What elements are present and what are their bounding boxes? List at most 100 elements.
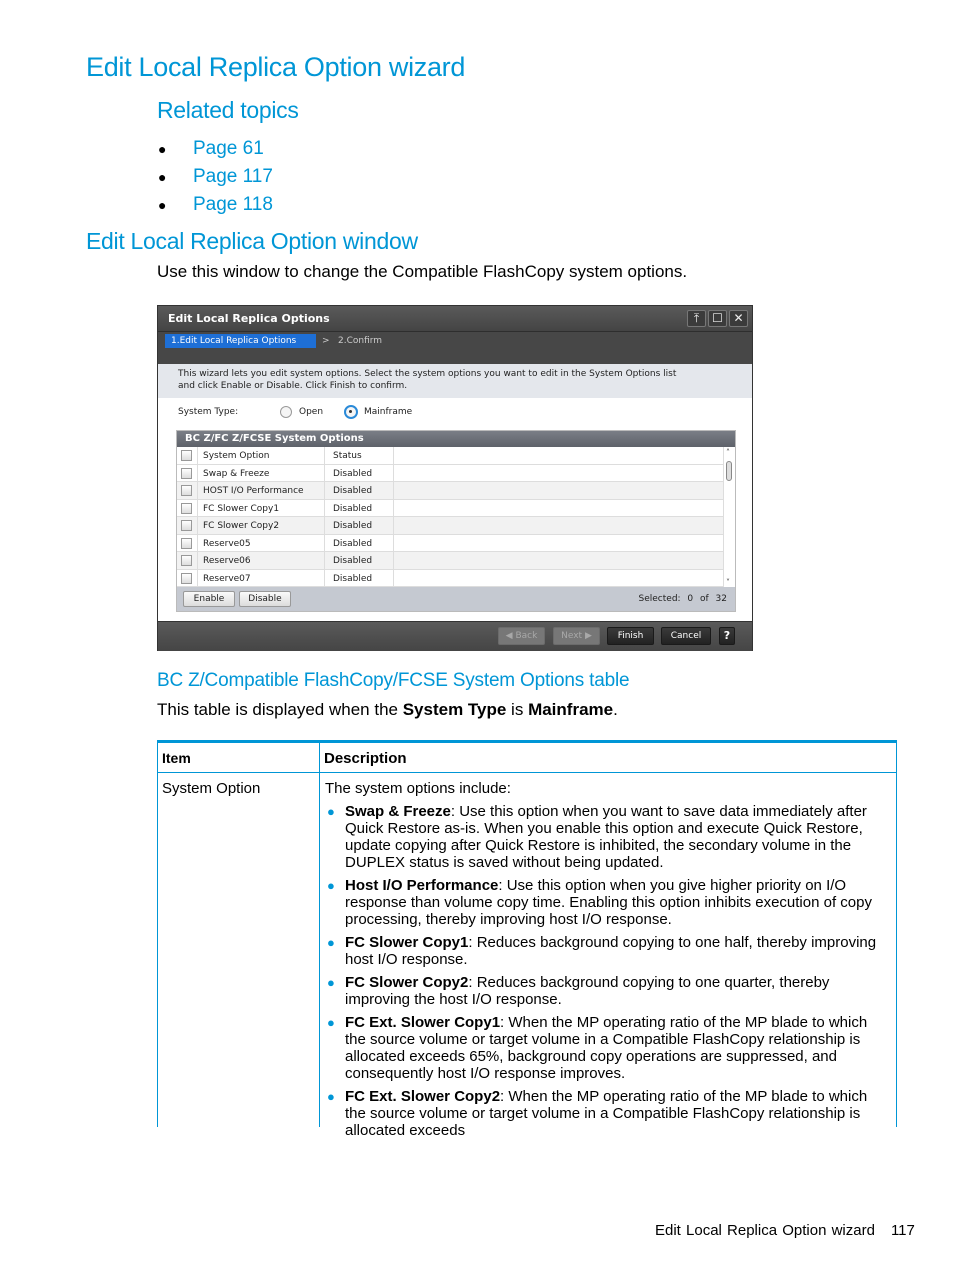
table-header: Item Description (158, 743, 896, 773)
header-item: Item (158, 743, 320, 772)
pin-icon[interactable]: ⤒ (687, 310, 706, 327)
wizard-description: This wizard lets you edit system options… (158, 364, 752, 398)
option-status: Disabled (333, 538, 373, 549)
step-separator: > (322, 336, 330, 346)
option-term: FC Slower Copy1 (345, 934, 469, 951)
option-status: Disabled (333, 521, 373, 531)
option-status: Disabled (333, 468, 373, 479)
grid-header-row: System Option Status (177, 447, 723, 465)
section-heading-table: BC Z/Compatible FlashCopy/FCSE System Op… (157, 670, 630, 691)
row-checkbox[interactable] (181, 520, 192, 531)
page-footer: Edit Local Replica Option wizard 117 (655, 1222, 915, 1239)
radio-open-label: Open (299, 407, 324, 417)
related-topic-item: ● Page 61 (157, 135, 273, 163)
row-description-intro: The system options include: (325, 780, 511, 797)
enable-button[interactable]: Enable (183, 591, 235, 607)
scroll-thumb[interactable] (726, 461, 732, 481)
options-bullet-list: ● Swap & Freeze: Use this option when you… (325, 803, 890, 1139)
section-intro: Use this window to change the Compatible… (157, 262, 688, 281)
next-label: Next (561, 631, 583, 641)
row-description: The system options include: ● Swap & Free… (320, 773, 896, 1139)
option-bullet: ● Swap & Freeze: Use this option when you… (325, 803, 890, 871)
system-type-term: System Type (402, 700, 507, 719)
table-row[interactable]: Reserve07 Disabled (177, 569, 723, 587)
option-bullet: ● FC Slower Copy2: Reduces background cop… (325, 974, 890, 1008)
row-checkbox[interactable] (181, 555, 192, 566)
edit-local-replica-options-dialog: Edit Local Replica Options ⤒ ☐ ✕ 1.Edit … (157, 305, 753, 651)
next-arrow-icon: ▶ (582, 631, 592, 641)
wizard-steps: 1.Edit Local Replica Options > 2.Confirm (158, 332, 752, 364)
table-row: System Option The system options include… (158, 773, 896, 1139)
option-status: Disabled (333, 556, 373, 566)
option-name: Reserve06 (203, 556, 251, 566)
next-button[interactable]: Next ▶ (553, 627, 600, 645)
option-name: Swap & Freeze (203, 468, 270, 479)
option-bullet: ● FC Slower Copy1: Reduces background cop… (325, 934, 890, 968)
help-button[interactable]: ? (719, 627, 735, 645)
finish-button[interactable]: Finish (607, 627, 654, 645)
row-checkbox[interactable] (181, 537, 192, 549)
system-options-panel-title: BC Z/FC Z/FCSE System Options (177, 431, 735, 447)
bullet-icon: ● (158, 197, 167, 213)
radio-open[interactable] (280, 406, 292, 418)
option-term: Host I/O Performance (345, 877, 499, 894)
bullet-icon: ● (327, 1089, 335, 1104)
related-topics-heading: Related topics (157, 97, 299, 123)
option-name: FC Slower Copy1 (203, 503, 280, 514)
table-row[interactable]: Swap & Freeze Disabled (177, 464, 723, 482)
option-bullet: ● FC Ext. Slower Copy2: When the MP opera… (325, 1088, 890, 1139)
back-button[interactable]: ◀ Back (498, 627, 545, 645)
table-row[interactable]: Reserve05 Disabled (177, 534, 723, 552)
radio-mainframe[interactable] (344, 405, 358, 419)
cancel-button[interactable]: Cancel (661, 627, 711, 645)
scroll-down-icon[interactable]: ˅ (726, 578, 730, 587)
dialog-title: Edit Local Replica Options (168, 312, 330, 325)
row-checkbox[interactable] (181, 572, 192, 584)
text: This table is displayed when the (157, 700, 403, 719)
column-header-status[interactable]: Status (333, 451, 362, 461)
option-name: Reserve07 (203, 573, 251, 584)
option-status: Disabled (333, 503, 373, 514)
text: is (506, 700, 529, 719)
table-row[interactable]: Reserve06 Disabled (177, 552, 723, 570)
bullet-icon: ● (158, 141, 167, 157)
row-checkbox[interactable] (181, 467, 192, 479)
row-checkbox[interactable] (181, 502, 192, 514)
dialog-body: This wizard lets you edit system options… (158, 364, 752, 621)
related-link-page-61[interactable]: Page 61 (193, 138, 264, 160)
option-name: FC Slower Copy2 (203, 521, 280, 531)
column-header-system-option[interactable]: System Option (203, 451, 269, 461)
wizard-description-line: This wizard lets you edit system options… (178, 369, 677, 379)
option-name: Reserve05 (203, 538, 251, 549)
page-title: Edit Local Replica Option wizard (86, 52, 466, 82)
footer-title: Edit Local Replica Option wizard (655, 1222, 875, 1239)
dialog-title-bar: Edit Local Replica Options ⤒ ☐ ✕ (158, 306, 752, 332)
step-current: 1.Edit Local Replica Options (165, 334, 316, 348)
option-status: Disabled (333, 486, 373, 496)
row-item: System Option (158, 773, 320, 1127)
disable-button[interactable]: Disable (239, 591, 291, 607)
related-topics-list: ● Page 61 ● Page 117 ● Page 118 (157, 135, 273, 219)
table-row[interactable]: FC Slower Copy2 Disabled (177, 517, 723, 535)
selected-count: Selected: 0 of 32 (638, 594, 727, 604)
scroll-up-icon[interactable]: ˄ (726, 448, 730, 457)
row-checkbox[interactable] (181, 485, 192, 496)
select-all-checkbox[interactable] (181, 450, 192, 461)
bullet-icon: ● (327, 804, 335, 819)
option-term: FC Slower Copy2 (345, 974, 469, 991)
back-arrow-icon: ◀ (505, 631, 516, 641)
dialog-footer: ◀ Back Next ▶ Finish Cancel ? (158, 621, 752, 651)
maximize-icon[interactable]: ☐ (708, 310, 727, 327)
table-row[interactable]: FC Slower Copy1 Disabled (177, 499, 723, 517)
grid-scrollbar[interactable]: ˄ ˅ (723, 447, 735, 587)
bullet-icon: ● (327, 975, 335, 990)
system-options-description-table: Item Description System Option The syste… (157, 740, 897, 1139)
related-link-page-117[interactable]: Page 117 (193, 166, 273, 188)
bullet-icon: ● (327, 878, 335, 893)
table-row[interactable]: HOST I/O Performance Disabled (177, 482, 723, 500)
related-link-page-118[interactable]: Page 118 (193, 194, 273, 216)
page-number: 117 (890, 1222, 915, 1239)
related-topic-item: ● Page 117 (157, 163, 273, 191)
close-icon[interactable]: ✕ (729, 310, 748, 327)
option-name: HOST I/O Performance (203, 486, 304, 496)
